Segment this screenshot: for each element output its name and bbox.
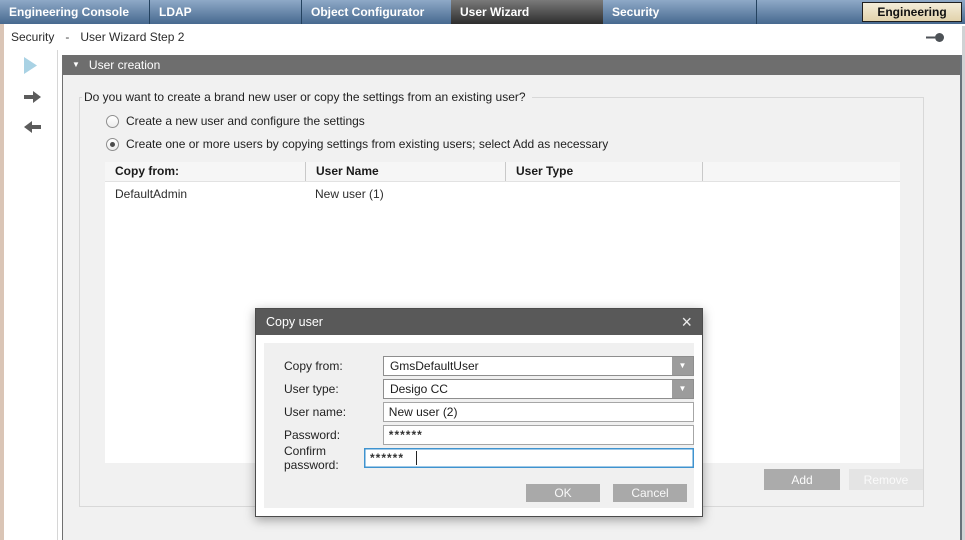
- remove-button[interactable]: Remove: [849, 469, 923, 490]
- confirm-password-label: Confirm password:: [284, 444, 364, 472]
- field-row-copy-from: Copy from: GmsDefaultUser ▼: [264, 354, 694, 377]
- breadcrumb-current: User Wizard Step 2: [80, 30, 184, 44]
- tab-object-configurator[interactable]: Object Configurator: [301, 0, 451, 24]
- app-window: Engineering Console LDAP Object Configur…: [0, 0, 965, 540]
- cell-user-type: [505, 182, 702, 206]
- dialog-buttons: OK Cancel: [526, 484, 687, 502]
- confirm-password-input[interactable]: [364, 448, 694, 468]
- table-row[interactable]: DefaultAdmin New user (1): [105, 182, 900, 206]
- back-arrow-icon[interactable]: [24, 120, 41, 138]
- radio-row-new-user: Create a new user and configure the sett…: [106, 114, 365, 128]
- play-icon[interactable]: [24, 57, 37, 79]
- cell-empty: [702, 182, 900, 206]
- user-name-input[interactable]: [383, 402, 694, 422]
- pin-icon[interactable]: [926, 32, 945, 43]
- breadcrumb: Security - User Wizard Step 2: [0, 24, 965, 50]
- breadcrumb-separator: -: [65, 30, 69, 44]
- table-header-row: Copy from: User Name User Type: [105, 162, 900, 182]
- copy-user-dialog: Copy user × Copy from: GmsDefaultUser ▼ …: [255, 308, 703, 517]
- field-row-user-name: User name:: [264, 400, 694, 423]
- password-input[interactable]: [383, 425, 694, 445]
- col-header-empty[interactable]: [702, 162, 900, 181]
- text-caret: [416, 451, 417, 465]
- confirm-password-wrap: [364, 448, 694, 468]
- radio-row-copy-user: Create one or more users by copying sett…: [106, 137, 608, 151]
- add-button[interactable]: Add: [764, 469, 840, 490]
- col-header-user-type[interactable]: User Type: [505, 162, 702, 181]
- panel-title: User creation: [89, 58, 160, 72]
- mode-button-wrap: Engineering: [862, 0, 965, 24]
- wizard-sidebar: [4, 50, 58, 540]
- forward-arrow-icon[interactable]: [24, 90, 41, 108]
- password-label: Password:: [284, 428, 383, 442]
- collapse-triangle-icon[interactable]: ▼: [72, 61, 80, 69]
- copy-from-select[interactable]: GmsDefaultUser ▼: [383, 356, 694, 376]
- copy-from-value: GmsDefaultUser: [384, 357, 672, 375]
- close-icon[interactable]: ×: [681, 313, 692, 331]
- field-row-confirm-password: Confirm password:: [264, 446, 694, 469]
- col-header-copy-from[interactable]: Copy from:: [105, 162, 305, 181]
- radio-copy-user[interactable]: [106, 138, 119, 151]
- engineering-mode-button[interactable]: Engineering: [862, 2, 962, 22]
- radio-copy-user-label: Create one or more users by copying sett…: [126, 137, 608, 151]
- tab-user-wizard[interactable]: User Wizard: [451, 0, 603, 24]
- tab-ldap[interactable]: LDAP: [149, 0, 301, 24]
- cell-copy-from: DefaultAdmin: [105, 182, 305, 206]
- radio-new-user[interactable]: [106, 115, 119, 128]
- user-type-value: Desigo CC: [384, 380, 672, 398]
- user-name-label: User name:: [284, 405, 383, 419]
- tab-security[interactable]: Security: [603, 0, 756, 24]
- dialog-title-bar[interactable]: Copy user ×: [256, 309, 702, 335]
- col-header-user-name[interactable]: User Name: [305, 162, 505, 181]
- ok-button[interactable]: OK: [526, 484, 600, 502]
- dialog-title: Copy user: [266, 315, 323, 329]
- cancel-button[interactable]: Cancel: [613, 484, 687, 502]
- tab-engineering-console[interactable]: Engineering Console: [0, 0, 149, 24]
- dialog-body: Copy from: GmsDefaultUser ▼ User type: D…: [264, 343, 694, 508]
- top-tab-bar: Engineering Console LDAP Object Configur…: [0, 0, 965, 24]
- dropdown-arrow-icon[interactable]: ▼: [672, 380, 693, 398]
- groupbox-question: Do you want to create a brand new user o…: [82, 90, 532, 104]
- dropdown-arrow-icon[interactable]: ▼: [672, 357, 693, 375]
- user-type-label: User type:: [284, 382, 383, 396]
- breadcrumb-root[interactable]: Security: [11, 30, 54, 44]
- copy-from-label: Copy from:: [284, 359, 383, 373]
- cell-user-name: New user (1): [305, 182, 505, 206]
- user-creation-header[interactable]: ▼ User creation: [63, 55, 960, 75]
- user-type-select[interactable]: Desigo CC ▼: [383, 379, 694, 399]
- radio-new-user-label: Create a new user and configure the sett…: [126, 114, 365, 128]
- tabbar-spacer: [756, 0, 862, 24]
- field-row-user-type: User type: Desigo CC ▼: [264, 377, 694, 400]
